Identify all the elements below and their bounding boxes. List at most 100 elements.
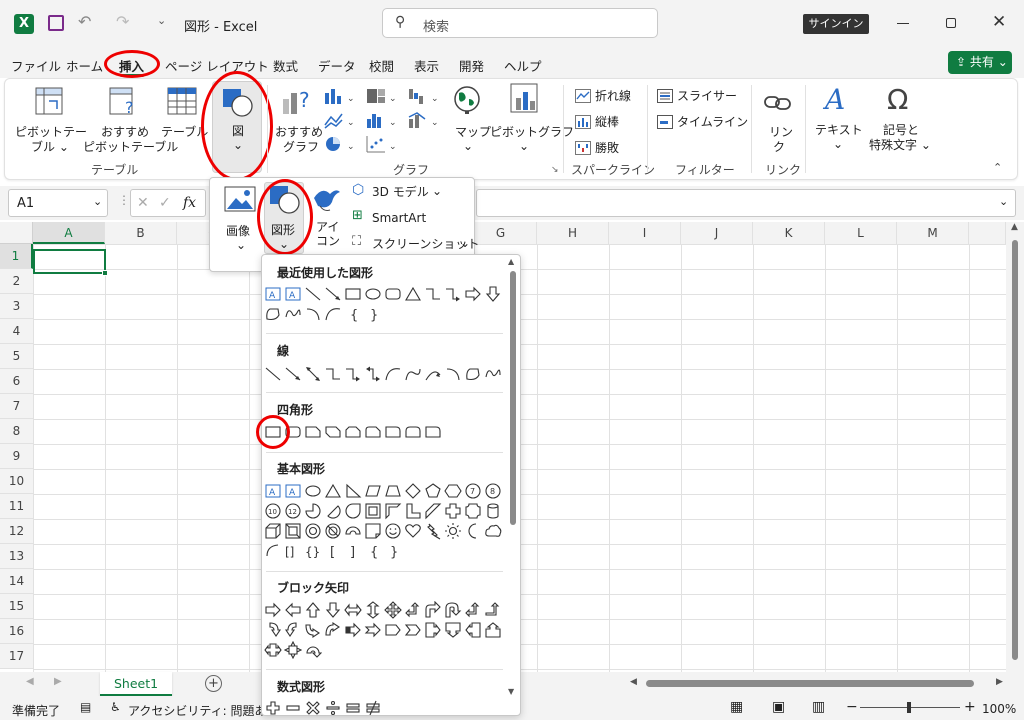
shape-uarrow-icon[interactable]	[304, 601, 322, 619]
tab-page-layout[interactable]: ページ レイアウト	[165, 56, 269, 75]
minimize-icon[interactable]	[897, 23, 909, 24]
row-header-17[interactable]: 17	[0, 644, 33, 669]
shape-larrow-icon[interactable]	[284, 601, 302, 619]
shape-dcallout-icon[interactable]	[444, 621, 462, 639]
sparkline-winloss-button[interactable]: 勝敗	[573, 139, 643, 157]
shape-dia-icon[interactable]	[404, 482, 422, 500]
shape-textbox-icon[interactable]: A	[284, 482, 302, 500]
shape-curve-icon[interactable]	[384, 365, 402, 383]
shape-brace-r-icon[interactable]: }	[364, 305, 382, 323]
shape-textbox-icon[interactable]: A	[264, 482, 282, 500]
undo-icon[interactable]: ↶	[78, 12, 91, 31]
row-header-2[interactable]: 2	[0, 269, 33, 294]
shape-curvedu-icon[interactable]	[304, 621, 322, 639]
normal-view-icon[interactable]: ▦	[730, 699, 743, 715]
shape-arc-icon[interactable]	[444, 365, 462, 383]
macro-record-icon[interactable]: ▤	[80, 700, 91, 714]
shape-darrow-icon[interactable]	[484, 285, 502, 303]
shape-line-icon[interactable]	[304, 285, 322, 303]
collapse-ribbon-icon[interactable]: ⌃	[993, 161, 1002, 174]
shape-leftup-icon[interactable]	[404, 601, 422, 619]
row-header-1[interactable]: 1	[0, 244, 33, 269]
text-button[interactable]: A テキスト ⌄	[809, 83, 867, 159]
row-header-8[interactable]: 8	[0, 419, 33, 444]
share-button[interactable]: ⇪ 共有 ⌄	[948, 51, 1012, 74]
shape-textbox-icon[interactable]: A	[284, 285, 302, 303]
chart-dialog-launcher-icon[interactable]: ↘	[551, 165, 559, 175]
shape-line-icon[interactable]	[264, 365, 282, 383]
shape-rarrow-icon[interactable]	[264, 601, 282, 619]
shape-curvearrow-icon[interactable]	[404, 365, 422, 383]
shape-rsnip-icon[interactable]	[364, 423, 382, 441]
accessibility-icon[interactable]: ♿	[110, 700, 121, 714]
column-header-a[interactable]: A	[33, 222, 105, 244]
shape-plus-icon[interactable]	[444, 502, 462, 520]
line-chart-icon[interactable]: ⌄	[323, 111, 357, 129]
shape-curvedr-icon[interactable]	[264, 621, 282, 639]
statistic-chart-icon[interactable]: ⌄	[365, 111, 399, 129]
formula-input[interactable]: ⌄	[476, 189, 1016, 217]
zoom-level[interactable]: 100%	[982, 702, 1016, 716]
shape-oval-icon[interactable]	[304, 482, 322, 500]
shape-eq-minus-icon[interactable]	[284, 699, 302, 716]
recommended-charts-button[interactable]: ? おすすめ グラフ	[273, 83, 323, 159]
shape-dblarrow-icon[interactable]	[304, 365, 322, 383]
shape-cube-icon[interactable]	[264, 522, 282, 540]
tab-file[interactable]: ファイル	[11, 56, 61, 75]
shape-snip1-icon[interactable]	[304, 423, 322, 441]
zoom-slider[interactable]	[860, 702, 960, 713]
cancel-icon[interactable]: ✕	[137, 195, 149, 211]
shape-heart-icon[interactable]	[404, 522, 422, 540]
shape-donut-icon[interactable]	[304, 522, 322, 540]
shape-oval-icon[interactable]	[364, 285, 382, 303]
page-break-view-icon[interactable]: ▥	[812, 699, 825, 715]
combo-chart-icon[interactable]: ⌄	[407, 111, 441, 129]
symbols-button[interactable]: Ω 記号と 特殊文字 ⌄	[867, 83, 937, 159]
shape-leftup-icon[interactable]	[464, 601, 482, 619]
column-header-m[interactable]: M	[897, 222, 969, 244]
shape-rr1-icon[interactable]	[424, 423, 442, 441]
shape-freeform-icon[interactable]	[264, 305, 282, 323]
shape-elbow-icon[interactable]	[324, 365, 342, 383]
shape-scribble-icon[interactable]	[284, 305, 302, 323]
tab-formulas[interactable]: 数式	[273, 56, 298, 75]
scroll-up-icon[interactable]: ▲	[1011, 222, 1018, 232]
shape-curvedl-icon[interactable]	[284, 621, 302, 639]
shape-pent-icon[interactable]	[424, 482, 442, 500]
fill-handle[interactable]	[102, 270, 108, 276]
picture-button[interactable]: 画像 ⌄	[218, 184, 262, 254]
shape-elbowdbl-icon[interactable]	[364, 365, 382, 383]
gallery-scroll-up-icon[interactable]: ▲	[508, 257, 514, 266]
shape-tri-icon[interactable]	[324, 482, 342, 500]
row-header-6[interactable]: 6	[0, 369, 33, 394]
shape-arrowline-icon[interactable]	[284, 365, 302, 383]
row-header-11[interactable]: 11	[0, 494, 33, 519]
shape-tri-icon[interactable]	[404, 285, 422, 303]
restore-icon[interactable]	[946, 18, 956, 28]
add-sheet-icon[interactable]: +	[205, 675, 222, 692]
shape-fold-icon[interactable]	[364, 522, 382, 540]
shape-bracket-r-icon[interactable]: ]	[344, 542, 362, 560]
redo-icon[interactable]: ↷	[116, 12, 129, 31]
gallery-scroll-down-icon[interactable]: ▼	[508, 687, 514, 696]
shape-ucallout-icon[interactable]	[484, 621, 502, 639]
shape-brace-r-icon[interactable]: }	[384, 542, 402, 560]
sparkline-column-button[interactable]: 縦棒	[573, 113, 643, 131]
table-button[interactable]: テーブル	[159, 83, 208, 159]
horizontal-scroll-thumb[interactable]	[646, 680, 974, 687]
shape-rr1-icon[interactable]	[384, 423, 402, 441]
tab-review[interactable]: 校閲	[369, 56, 394, 75]
shape-can-icon[interactable]	[484, 502, 502, 520]
shape-notched-icon[interactable]	[364, 621, 382, 639]
shape-eq-neq-icon[interactable]	[364, 699, 382, 716]
sheet-tab-sheet1[interactable]: Sheet1	[100, 672, 172, 696]
link-button[interactable]: リン ク	[757, 83, 799, 159]
insert-function-icon[interactable]: fx	[183, 195, 196, 211]
shape-halfframe-icon[interactable]	[384, 502, 402, 520]
row-header-13[interactable]: 13	[0, 544, 33, 569]
shape-lrcallout-icon[interactable]	[264, 641, 282, 659]
map-label[interactable]: マップ	[455, 125, 491, 139]
customize-qat-icon[interactable]: ⌄	[157, 14, 166, 27]
close-icon[interactable]: ✕	[992, 12, 1006, 32]
shape-hex-icon[interactable]	[444, 482, 462, 500]
